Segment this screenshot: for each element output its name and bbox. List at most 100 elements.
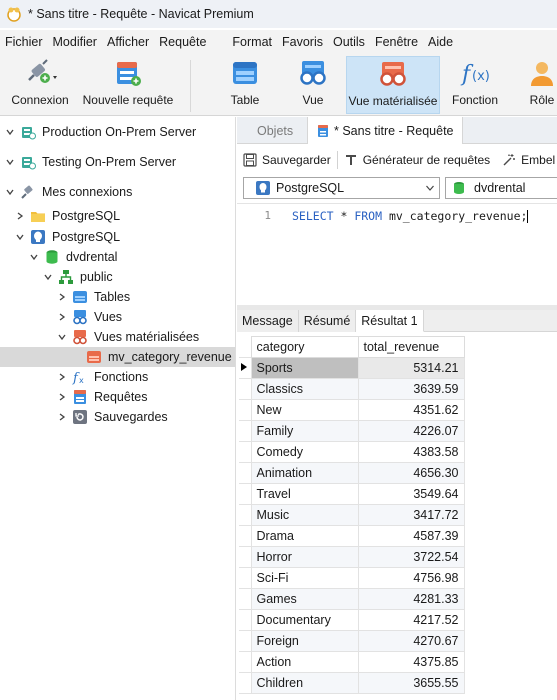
tree-item-sauvegardes[interactable]: Sauvegardes	[0, 407, 235, 427]
table-row[interactable]: Children 3655.55	[239, 672, 465, 694]
row-indicator[interactable]	[239, 378, 252, 400]
row-indicator[interactable]	[239, 483, 252, 505]
cell-total-revenue[interactable]: 4281.33	[357, 588, 465, 610]
cell-total-revenue[interactable]: 4587.39	[357, 525, 465, 547]
row-indicator[interactable]	[239, 441, 252, 463]
row-indicator[interactable]	[239, 567, 252, 589]
cell-total-revenue[interactable]: 4383.58	[357, 441, 465, 463]
row-indicator[interactable]	[239, 609, 252, 631]
cell-category[interactable]: Music	[250, 504, 359, 526]
table-row[interactable]: Sports 5314.21	[239, 357, 465, 379]
chevron-down-icon[interactable]	[4, 156, 16, 168]
cell-category[interactable]: Children	[250, 672, 359, 694]
table-row[interactable]: Games 4281.33	[239, 588, 465, 610]
chevron-right-icon[interactable]	[14, 210, 26, 222]
cell-category[interactable]: Drama	[250, 525, 359, 547]
cell-category[interactable]: Documentary	[250, 609, 359, 631]
tab-resume[interactable]: Résumé	[298, 310, 357, 332]
cell-total-revenue[interactable]: 3417.72	[357, 504, 465, 526]
cell-category[interactable]: Action	[250, 651, 359, 673]
row-indicator[interactable]	[239, 357, 252, 379]
cell-total-revenue[interactable]: 3655.55	[357, 672, 465, 694]
table-row[interactable]: Comedy 4383.58	[239, 441, 465, 463]
cell-category[interactable]: Travel	[250, 483, 359, 505]
table-row[interactable]: Foreign 4270.67	[239, 630, 465, 652]
column-header-total-revenue[interactable]: total_revenue	[357, 336, 465, 358]
cell-total-revenue[interactable]: 4756.98	[357, 567, 465, 589]
beautify-button[interactable]: Embel	[502, 153, 555, 167]
menu-afficher[interactable]: Afficher	[102, 35, 154, 49]
tree-item-production[interactable]: Production On-Prem Server	[0, 122, 235, 142]
cell-category[interactable]: Games	[250, 588, 359, 610]
tree-item-testing[interactable]: Testing On-Prem Server	[0, 152, 235, 172]
cell-category[interactable]: Family	[250, 420, 359, 442]
table-row[interactable]: Animation 4656.30	[239, 462, 465, 484]
table-row[interactable]: New 4351.62	[239, 399, 465, 421]
row-indicator[interactable]	[239, 588, 252, 610]
tree-item-vues[interactable]: Vues	[0, 307, 235, 327]
row-indicator[interactable]	[239, 399, 252, 421]
row-indicator[interactable]	[239, 504, 252, 526]
row-indicator[interactable]	[239, 462, 252, 484]
table-row[interactable]: Classics 3639.59	[239, 378, 465, 400]
chevron-right-icon[interactable]	[56, 291, 68, 303]
chevron-down-icon[interactable]	[14, 231, 26, 243]
cell-category[interactable]: Comedy	[250, 441, 359, 463]
cell-category[interactable]: Sports	[250, 357, 359, 379]
cell-total-revenue[interactable]: 3549.64	[357, 483, 465, 505]
tab-message[interactable]: Message	[237, 310, 299, 332]
cell-total-revenue[interactable]: 4226.07	[357, 420, 465, 442]
cell-total-revenue[interactable]: 3722.54	[357, 546, 465, 568]
chevron-right-icon[interactable]	[56, 311, 68, 323]
menu-fenetre[interactable]: Fenêtre	[370, 35, 423, 49]
cell-category[interactable]: Classics	[250, 378, 359, 400]
tree-item-fonctions[interactable]: fx Fonctions	[0, 367, 235, 387]
tab-objets[interactable]: Objets	[257, 117, 293, 144]
tree-item-postgresql-1[interactable]: PostgreSQL	[0, 206, 235, 226]
row-indicator[interactable]	[239, 546, 252, 568]
chevron-right-icon[interactable]	[56, 371, 68, 383]
table-row[interactable]: Family 4226.07	[239, 420, 465, 442]
table-row[interactable]: Drama 4587.39	[239, 525, 465, 547]
tree-item-dvdrental[interactable]: dvdrental	[0, 247, 235, 267]
new-query-button[interactable]: Nouvelle requête	[82, 56, 174, 114]
cell-total-revenue[interactable]: 4270.67	[357, 630, 465, 652]
chevron-down-icon[interactable]	[28, 251, 40, 263]
cell-total-revenue[interactable]: 3639.59	[357, 378, 465, 400]
menu-favoris[interactable]: Favoris	[277, 35, 328, 49]
chevron-down-icon[interactable]	[42, 271, 54, 283]
table-row[interactable]: Horror 3722.54	[239, 546, 465, 568]
save-button[interactable]: Sauvegarder	[243, 153, 331, 167]
cell-category[interactable]: Horror	[250, 546, 359, 568]
sql-code[interactable]: SELECT * FROM mv_category_revenue;	[292, 209, 529, 223]
table-row[interactable]: Documentary 4217.52	[239, 609, 465, 631]
connection-select[interactable]: PostgreSQL	[243, 177, 440, 199]
table-row[interactable]: Travel 3549.64	[239, 483, 465, 505]
row-indicator[interactable]	[239, 672, 252, 694]
table-row[interactable]: Action 4375.85	[239, 651, 465, 673]
cell-category[interactable]: New	[250, 399, 359, 421]
database-select[interactable]: dvdrental	[445, 177, 557, 199]
table-button[interactable]: Table	[217, 56, 273, 114]
menu-outils[interactable]: Outils	[328, 35, 370, 49]
menu-modifier[interactable]: Modifier	[48, 35, 102, 49]
fonction-button[interactable]: f (x) Fonction	[446, 56, 504, 114]
cell-total-revenue[interactable]: 5314.21	[357, 357, 465, 379]
menu-fichier[interactable]: Fichier	[0, 35, 48, 49]
chevron-down-icon[interactable]	[4, 186, 16, 198]
menu-aide[interactable]: Aide	[423, 35, 458, 49]
chevron-right-icon[interactable]	[56, 391, 68, 403]
cell-total-revenue[interactable]: 4375.85	[357, 651, 465, 673]
connexion-button[interactable]: Connexion	[4, 56, 76, 114]
menu-requete[interactable]: Requête	[154, 35, 211, 49]
cell-category[interactable]: Animation	[250, 462, 359, 484]
tab-resultat-1[interactable]: Résultat 1	[356, 310, 424, 332]
cell-total-revenue[interactable]: 4351.62	[357, 399, 465, 421]
sql-editor[interactable]: 1 SELECT * FROM mv_category_revenue;	[237, 203, 557, 310]
menu-format[interactable]: Format	[227, 35, 277, 49]
chevron-down-icon[interactable]	[4, 126, 16, 138]
cell-total-revenue[interactable]: 4217.52	[357, 609, 465, 631]
role-button[interactable]: Rôle	[520, 56, 557, 114]
tab-query[interactable]: * Sans titre - Requête	[307, 117, 463, 144]
query-builder-button[interactable]: Générateur de requêtes	[344, 153, 490, 167]
